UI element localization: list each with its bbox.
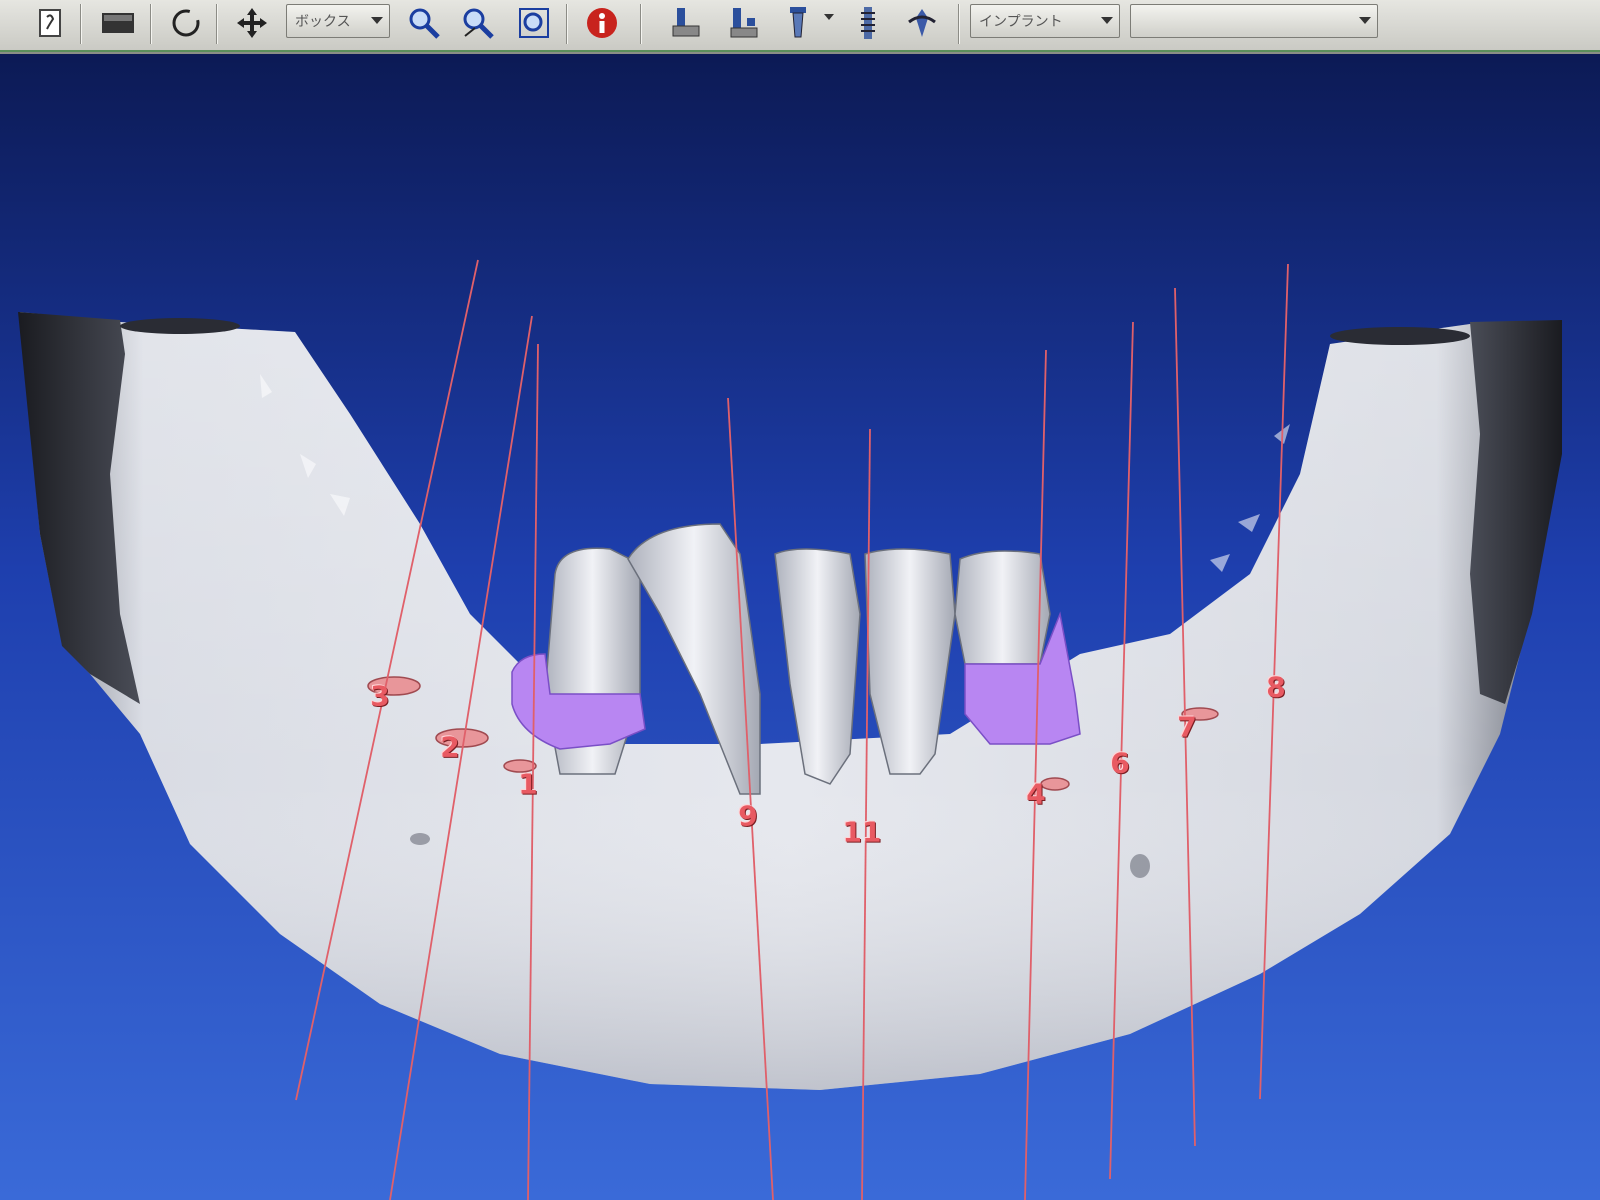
toolbar-separator bbox=[216, 4, 218, 44]
toolbar-separator bbox=[150, 4, 152, 44]
chevron-down-icon[interactable] bbox=[824, 14, 834, 20]
zoom-tool-icon[interactable] bbox=[456, 2, 500, 44]
object-type-select-value: インプラント bbox=[979, 14, 1063, 30]
panel-icon[interactable] bbox=[96, 2, 140, 44]
toolbar-separator bbox=[640, 4, 642, 44]
document-icon[interactable] bbox=[28, 2, 72, 44]
chevron-down-icon bbox=[1359, 17, 1371, 24]
zoom-in-icon[interactable] bbox=[402, 2, 446, 44]
implant-icon[interactable] bbox=[776, 2, 820, 44]
toolbar-separator bbox=[566, 4, 568, 44]
mandible-3d-render bbox=[0, 54, 1600, 1200]
tooth-right-premolar bbox=[954, 550, 1051, 665]
implant-tool-icon[interactable] bbox=[722, 2, 766, 44]
info-icon[interactable] bbox=[580, 2, 624, 44]
view-mode-select[interactable]: ボックス bbox=[286, 4, 390, 38]
rotate-icon[interactable] bbox=[164, 2, 208, 44]
toolbar: ボックス インプラント bbox=[0, 0, 1600, 54]
nerve-icon[interactable] bbox=[900, 2, 944, 44]
3d-viewport[interactable]: 1 2 3 4 6 7 8 9 11 bbox=[0, 54, 1600, 1200]
zoom-fit-icon[interactable] bbox=[512, 2, 556, 44]
screw-icon[interactable] bbox=[846, 2, 890, 44]
chevron-down-icon bbox=[371, 17, 383, 24]
chevron-down-icon bbox=[1101, 17, 1113, 24]
view-mode-select-value: ボックス bbox=[295, 14, 351, 30]
pan-icon[interactable] bbox=[230, 2, 274, 44]
toolbar-separator bbox=[958, 4, 960, 44]
implant-guide-icon[interactable] bbox=[664, 2, 708, 44]
secondary-select[interactable] bbox=[1130, 4, 1378, 38]
object-type-select[interactable]: インプラント bbox=[970, 4, 1120, 38]
toolbar-separator bbox=[80, 4, 82, 44]
